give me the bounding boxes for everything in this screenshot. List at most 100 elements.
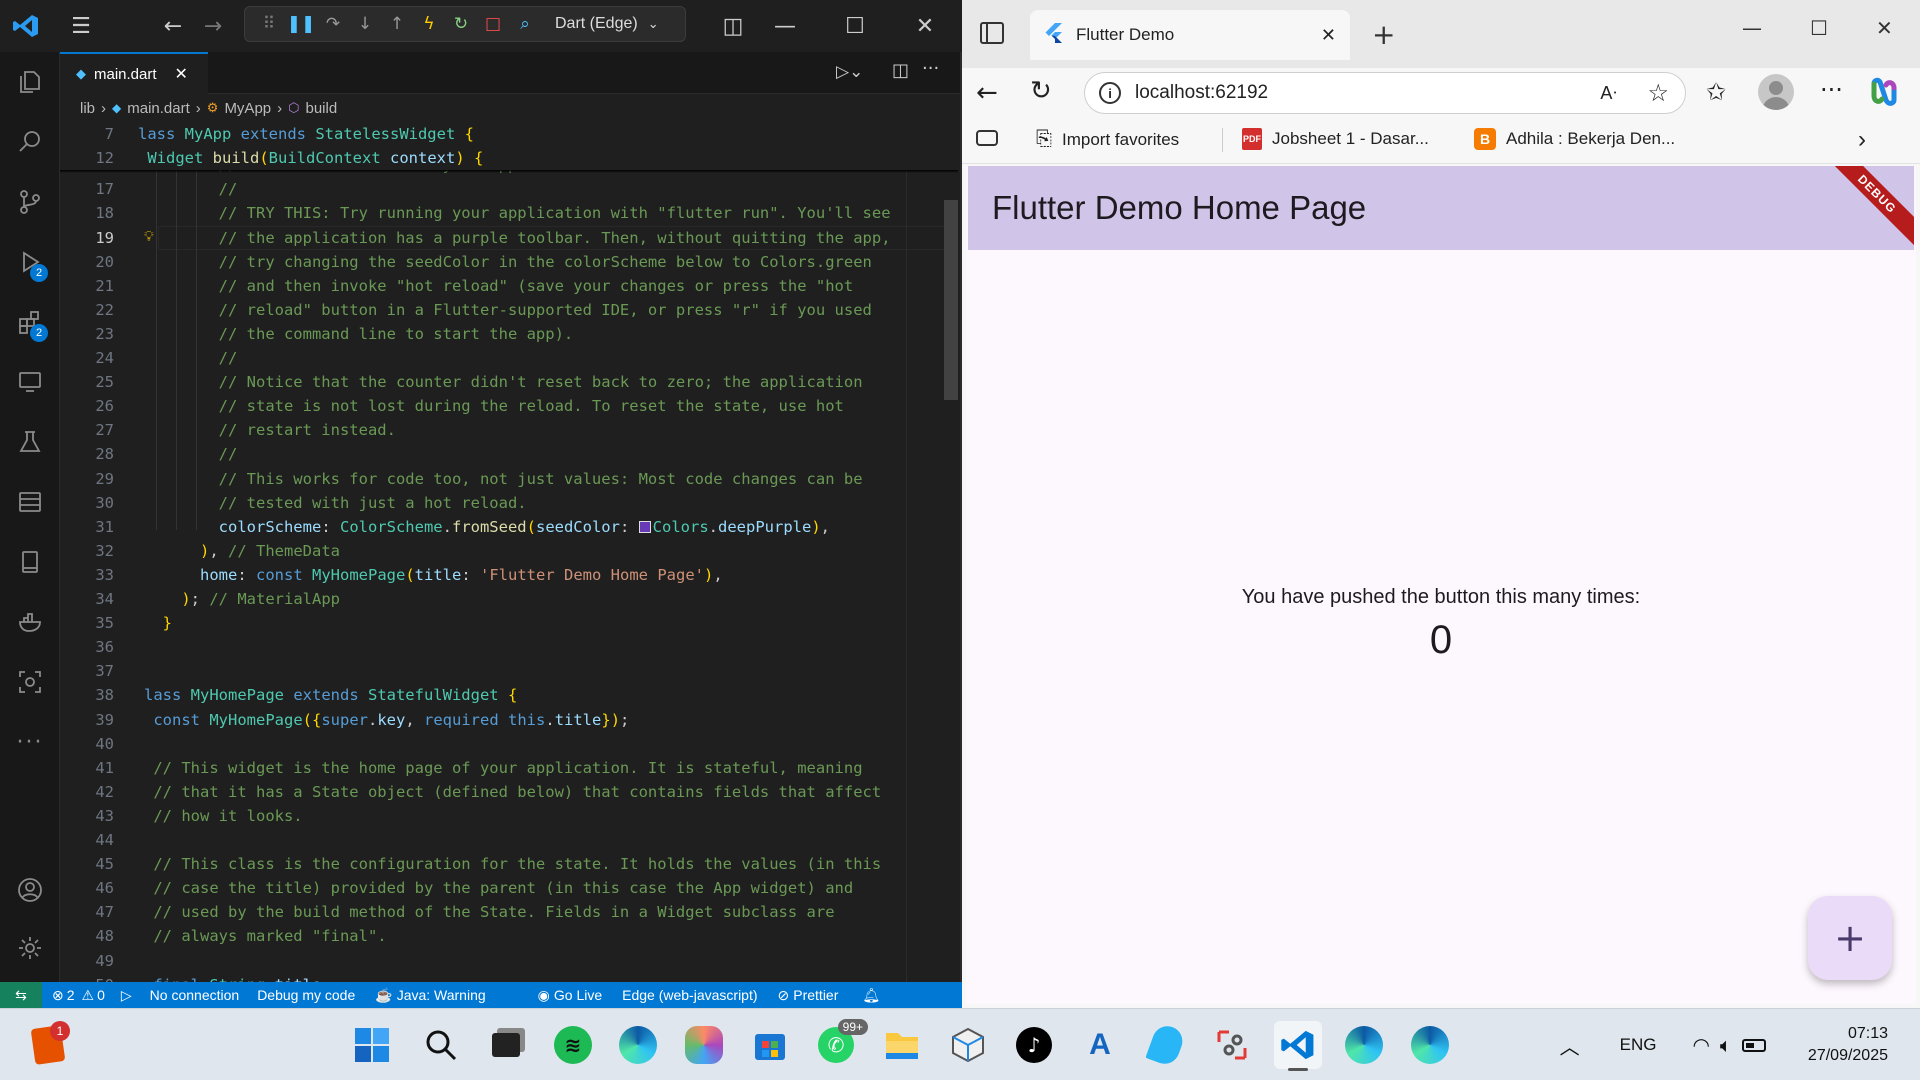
breadcrumb-item[interactable]: main.dart <box>127 100 190 117</box>
code-editor[interactable]: 16 // This is the theme of your applicat… <box>60 122 958 982</box>
close-tab-icon[interactable]: ✕ <box>1321 25 1336 46</box>
device-status[interactable]: Edge (web-javascript) <box>622 987 757 1003</box>
favorite-jobsheet[interactable]: PDF Jobsheet 1 - Dasar... <box>1242 128 1429 150</box>
explorer-icon[interactable] <box>0 58 60 106</box>
sticky-code-line[interactable]: lass MyApp extends StatelessWidget { <box>138 122 474 146</box>
snipping-tool-icon[interactable] <box>1208 1021 1256 1069</box>
code-line[interactable]: // <box>144 177 238 201</box>
minimize-icon[interactable]: — <box>1742 16 1762 40</box>
stop-icon[interactable]: □ <box>477 8 509 40</box>
tiktok-icon[interactable]: ♪ <box>1010 1021 1058 1069</box>
code-line[interactable]: // <box>144 442 238 466</box>
code-line[interactable]: // try changing the seedColor in the col… <box>144 250 872 274</box>
code-line[interactable]: lass MyHomePage extends StatefulWidget { <box>144 683 517 707</box>
run-dropdown-icon[interactable]: ▷⌄ <box>836 62 863 82</box>
hot-reload-icon[interactable]: ϟ <box>413 8 445 40</box>
code-line[interactable]: home: const MyHomePage(title: 'Flutter D… <box>144 563 723 587</box>
task-view-icon[interactable] <box>482 1021 530 1069</box>
database-icon[interactable] <box>0 478 60 526</box>
close-icon[interactable]: ✕ <box>910 12 940 40</box>
breadcrumb-item[interactable]: build <box>305 100 337 117</box>
maximize-icon[interactable]: ☐ <box>1810 16 1828 40</box>
code-line[interactable]: // Notice that the counter didn't reset … <box>144 370 863 394</box>
code-line[interactable]: // This class is the configuration for t… <box>144 852 881 876</box>
code-line[interactable]: // case the title) provided by the paren… <box>144 876 853 900</box>
restart-icon[interactable]: ↻ <box>445 8 477 40</box>
file-explorer-icon[interactable] <box>878 1021 926 1069</box>
problems-indicator[interactable]: ⊗ 2 ⚠ 0 <box>52 987 105 1004</box>
copilot-icon[interactable] <box>1868 76 1900 108</box>
maximize-icon[interactable]: ☐ <box>840 12 870 40</box>
code-line[interactable]: // that it has a State object (defined b… <box>144 780 881 804</box>
debug-target-select[interactable]: Dart (Edge) ⌄ <box>547 11 667 37</box>
prettier-status[interactable]: ⊘ Prettier <box>778 987 839 1004</box>
split-editor-icon[interactable]: ◫ <box>892 60 909 81</box>
sticky-code-line[interactable]: Widget build(BuildContext context) { <box>138 146 484 171</box>
volume-icon[interactable]: 🔈︎ <box>1720 1033 1732 1057</box>
color-swatch[interactable] <box>638 520 651 533</box>
profile-avatar[interactable] <box>1758 74 1794 110</box>
read-aloud-icon[interactable]: Aᐧ <box>1600 83 1617 104</box>
language-indicator[interactable]: ENG <box>1620 1035 1657 1055</box>
step-into-icon[interactable]: ↓ <box>349 8 381 40</box>
store-icon[interactable] <box>746 1021 794 1069</box>
settings-gear-icon[interactable] <box>0 924 60 972</box>
code-line[interactable]: final String title; <box>144 973 330 982</box>
editor-scrollbar[interactable] <box>944 200 958 400</box>
vscode-taskbar-icon[interactable] <box>1274 1021 1322 1071</box>
code-line[interactable]: // used by the build method of the State… <box>144 900 834 924</box>
account-icon[interactable] <box>0 866 60 914</box>
new-tab-icon[interactable]: + <box>1372 18 1395 51</box>
connection-status[interactable]: No connection <box>150 987 240 1003</box>
info-icon[interactable]: i <box>1099 82 1121 104</box>
close-icon[interactable]: ✕ <box>1876 16 1893 40</box>
edge-beta-icon[interactable] <box>1340 1021 1388 1069</box>
code-line[interactable]: // <box>144 346 238 370</box>
remote-icon[interactable]: ⇆ <box>0 982 42 1008</box>
back-arrow-icon[interactable]: ← <box>976 78 998 108</box>
whatsapp-icon[interactable]: ✆ 99+ <box>812 1019 868 1069</box>
toggle-panel-icon[interactable]: ◫ <box>718 12 748 40</box>
tab-actions-icon[interactable] <box>980 22 1004 44</box>
favorite-import[interactable]: ⎘ Import favorites <box>1036 128 1179 151</box>
docker-icon[interactable] <box>0 598 60 646</box>
feather-app-icon[interactable] <box>1142 1021 1190 1069</box>
run-debug-icon[interactable]: 2 <box>0 238 60 286</box>
translate-icon[interactable]: A <box>1076 1021 1124 1069</box>
copilot-app-icon[interactable] <box>680 1021 728 1069</box>
code-line[interactable]: // restart instead. <box>144 418 396 442</box>
code-line[interactable]: // and then invoke "hot reload" (save yo… <box>144 274 854 298</box>
search-icon[interactable] <box>0 118 60 166</box>
breadcrumb-item[interactable]: lib <box>80 100 95 117</box>
code-line[interactable]: // the command line to start the app). <box>144 322 574 346</box>
virtualbox-icon[interactable] <box>944 1021 992 1069</box>
code-line[interactable]: // TRY THIS: Try running your applicatio… <box>144 201 891 225</box>
code-line[interactable]: // reload" button in a Flutter-supported… <box>144 298 872 322</box>
tab-flutter-demo[interactable]: Flutter Demo ✕ <box>1030 10 1350 60</box>
collections-icon[interactable] <box>976 130 998 146</box>
code-line[interactable]: // always marked "final". <box>144 924 386 948</box>
debug-mode-status[interactable]: Debug my code <box>257 987 355 1003</box>
edge-dev-icon[interactable] <box>1406 1021 1454 1069</box>
refresh-icon[interactable]: ↻ <box>1030 76 1052 106</box>
code-line[interactable]: } <box>144 611 172 635</box>
drag-handle-icon[interactable]: ⠿ <box>253 8 285 40</box>
back-arrow-icon[interactable]: ← <box>158 12 188 40</box>
notifications-bell-icon[interactable]: 🔔︎ <box>862 987 880 1004</box>
wifi-icon[interactable]: ◠ <box>1692 1033 1709 1057</box>
more-icon[interactable]: ··· <box>0 718 60 766</box>
address-bar[interactable]: i localhost:62192 Aᐧ ☆ <box>1084 72 1686 114</box>
code-line[interactable]: ); // MaterialApp <box>144 587 340 611</box>
go-live-button[interactable]: ◉ Go Live <box>538 987 602 1004</box>
close-tab-icon[interactable]: ✕ <box>175 64 188 84</box>
search-icon[interactable] <box>417 1021 465 1069</box>
menu-icon[interactable]: ☰ <box>66 12 96 40</box>
chevron-right-icon[interactable]: › <box>1858 126 1866 154</box>
devtools-icon[interactable]: ⌕ <box>509 8 541 40</box>
chevron-up-icon[interactable]: ︿ <box>1560 1031 1580 1060</box>
extensions-icon[interactable]: 2 <box>0 298 60 346</box>
code-line[interactable]: // tested with just a hot reload. <box>144 491 527 515</box>
breadcrumb-item[interactable]: MyApp <box>224 100 271 117</box>
clock[interactable]: 07:13 27/09/2025 <box>1808 1023 1888 1067</box>
code-line[interactable]: ), // ThemeData <box>144 539 340 563</box>
